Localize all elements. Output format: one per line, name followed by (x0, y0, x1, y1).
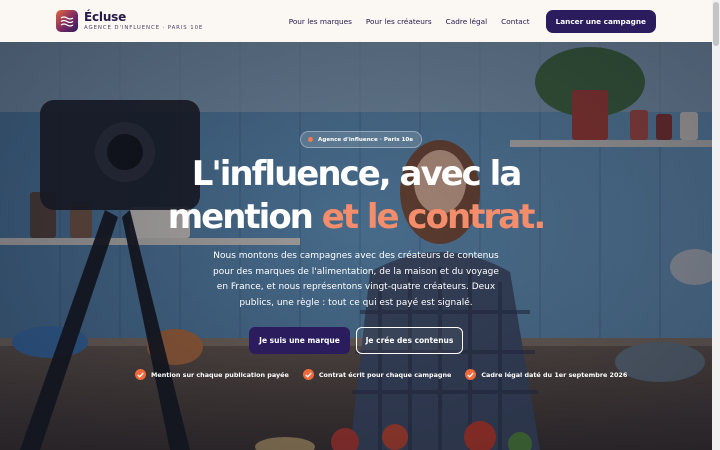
hero-badge: Agence d'influence · Paris 10e (300, 131, 423, 148)
waves-icon[interactable] (56, 10, 78, 32)
feature-item: Contrat écrit pour chaque campagne (302, 369, 452, 380)
nav-link-marques[interactable]: Pour les marques (289, 17, 352, 26)
page-scrollbar[interactable] (712, 0, 720, 450)
nav-link-cadre-legal[interactable]: Cadre légal (446, 17, 488, 26)
hero-description: Nous montons des campagnes avec des créa… (213, 251, 499, 308)
feature-item: Mention sur chaque publication payée (135, 369, 289, 380)
main-nav: Pour les marques Pour les créateurs Cadr… (289, 9, 656, 33)
check-circle-icon (302, 369, 314, 380)
hero-title-contrat: et le contrat. (311, 197, 547, 237)
feature-label: Cadre légal daté du 1er septembre 2026 (481, 370, 628, 379)
nav-link-contact[interactable]: Contact (501, 17, 529, 26)
brand[interactable]: Écluse AGENCE D'INFLUENCE · PARIS 10E (84, 11, 203, 31)
check-circle-icon (465, 369, 477, 380)
hero-title-mention: mention (167, 197, 314, 237)
hero-title-line2: mention et le contrat. (0, 197, 712, 237)
site-header: Écluse AGENCE D'INFLUENCE · PARIS 10E Po… (0, 0, 712, 42)
hero-title-line1: L'influence, avec la (191, 154, 523, 194)
feature-item: Cadre légal daté du 1er septembre 2026 (465, 369, 627, 380)
scroll-thumb[interactable] (713, 2, 719, 46)
feature-label: Mention sur chaque publication payée (151, 370, 289, 379)
feature-label: Contrat écrit pour chaque campagne (318, 370, 452, 379)
creator-button[interactable]: Je crée des contenus (356, 327, 463, 354)
launch-campaign-button[interactable]: Lancer une campagne (545, 9, 656, 33)
feature-list: Mention sur chaque publication payée Con… (135, 369, 627, 380)
brand-button[interactable]: Je suis une marque (249, 327, 350, 354)
hero-overlay (0, 42, 712, 450)
brand-name: Écluse (84, 9, 127, 24)
nav-link-createurs[interactable]: Pour les créateurs (366, 17, 432, 26)
badge-dot-icon (308, 137, 313, 142)
hero-badge-text: Agence d'influence · Paris 10e (318, 136, 414, 143)
check-circle-icon (135, 369, 146, 380)
brand-tagline: AGENCE D'INFLUENCE · PARIS 10E (84, 24, 204, 31)
hero-section: Agence d'influence · Paris 10e L'influen… (0, 42, 712, 450)
